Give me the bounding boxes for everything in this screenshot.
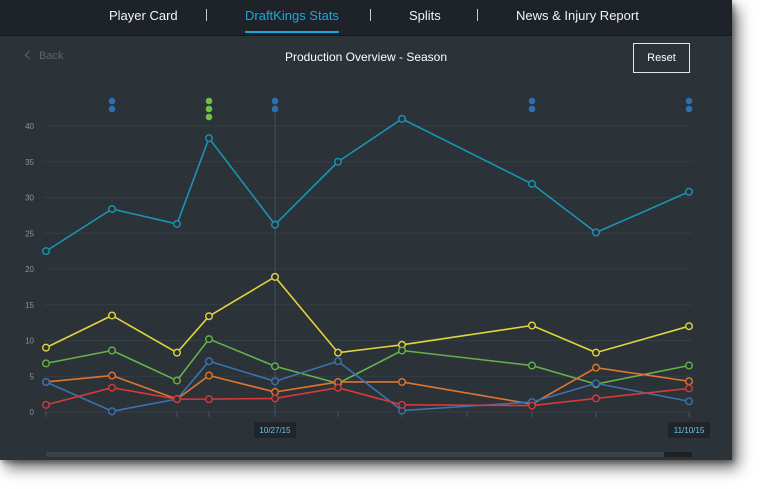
- data-point: [271, 377, 280, 386]
- data-point: [398, 346, 407, 355]
- data-point: [42, 377, 51, 386]
- chart-scrollbar-thumb[interactable]: [664, 452, 692, 457]
- series-line-3: [45, 338, 690, 385]
- data-point: [42, 359, 51, 368]
- data-point: [42, 247, 51, 256]
- data-point: [107, 346, 116, 355]
- event-marker-dot: [205, 97, 213, 105]
- data-point: [398, 400, 407, 409]
- data-point: [592, 363, 601, 372]
- data-point: [204, 335, 213, 344]
- data-point: [398, 114, 407, 123]
- data-point: [42, 343, 51, 352]
- data-point: [107, 383, 116, 392]
- event-marker-dot: [685, 105, 693, 113]
- data-point: [107, 311, 116, 320]
- data-point: [334, 383, 343, 392]
- event-marker-dot: [271, 97, 279, 105]
- y-tick-label: 40: [25, 122, 34, 131]
- event-marker-dot: [528, 105, 536, 113]
- chart-scrollbar[interactable]: [46, 452, 692, 457]
- data-point: [42, 400, 51, 409]
- production-line-chart[interactable]: 0 5 10 15 20 25 30 35 40 10/27/15 11/10/15: [0, 0, 732, 460]
- data-point: [172, 219, 181, 228]
- data-point: [398, 377, 407, 386]
- data-point: [204, 371, 213, 380]
- y-tick-label: 30: [25, 194, 34, 203]
- data-point: [271, 394, 280, 403]
- data-point: [528, 401, 537, 410]
- y-tick-label: 0: [30, 408, 35, 417]
- event-marker-dot: [108, 105, 116, 113]
- data-point: [271, 220, 280, 229]
- data-point: [107, 371, 116, 380]
- y-tick-label: 20: [25, 265, 34, 274]
- x-tick-label: 10/27/15: [259, 426, 291, 435]
- data-point: [334, 157, 343, 166]
- y-tick-label: 5: [30, 372, 35, 381]
- series-line-2: [45, 276, 690, 354]
- data-point: [528, 179, 537, 188]
- data-point: [204, 134, 213, 143]
- data-point: [685, 397, 694, 406]
- data-point: [592, 379, 601, 388]
- data-point: [528, 321, 537, 330]
- data-point: [172, 348, 181, 357]
- data-point: [334, 348, 343, 357]
- data-point: [271, 387, 280, 396]
- data-point: [685, 377, 694, 386]
- event-marker-dot: [205, 105, 213, 113]
- event-marker-dot: [205, 113, 213, 121]
- y-tick-label: 15: [25, 301, 34, 310]
- data-point: [204, 357, 213, 366]
- data-point: [271, 272, 280, 281]
- data-point: [172, 376, 181, 385]
- event-marker-dot: [528, 97, 536, 105]
- data-point: [528, 361, 537, 370]
- data-point: [107, 204, 116, 213]
- data-point: [107, 407, 116, 416]
- data-point: [172, 395, 181, 404]
- y-tick-label: 35: [25, 158, 34, 167]
- data-point: [204, 395, 213, 404]
- event-marker-dot: [108, 97, 116, 105]
- x-tick-label: 11/10/15: [674, 426, 705, 435]
- y-tick-label: 10: [25, 337, 34, 346]
- data-point: [592, 348, 601, 357]
- data-point: [592, 394, 601, 403]
- data-point: [334, 357, 343, 366]
- data-point: [685, 384, 694, 393]
- data-point: [592, 228, 601, 237]
- y-tick-label: 25: [25, 229, 34, 238]
- data-point: [204, 312, 213, 321]
- data-point: [685, 187, 694, 196]
- event-marker-dot: [685, 97, 693, 105]
- data-point: [685, 361, 694, 370]
- event-marker-dot: [271, 105, 279, 113]
- data-point: [271, 362, 280, 371]
- data-point: [685, 322, 694, 331]
